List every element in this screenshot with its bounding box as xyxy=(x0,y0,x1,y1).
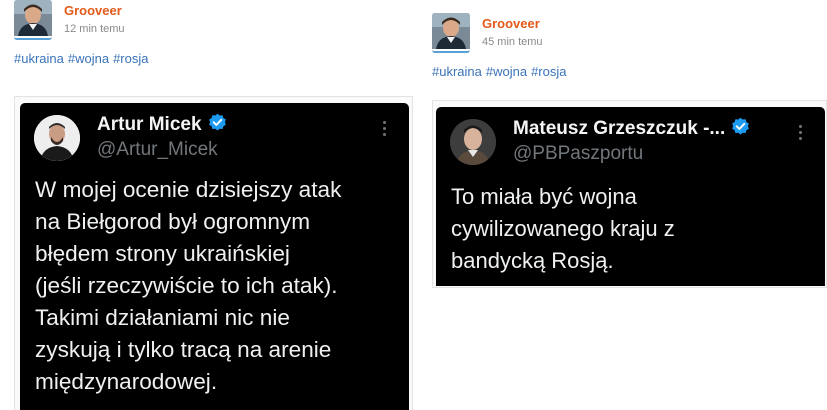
tag-link[interactable]: #rosja xyxy=(531,64,566,79)
tag-link[interactable]: #rosja xyxy=(113,51,148,66)
post-header: Grooveer 45 min temu xyxy=(432,13,827,53)
tag-link[interactable]: #ukraina xyxy=(432,64,482,79)
tweet-text: W mojej ocenie dzisiejszy atak na Biełgo… xyxy=(35,177,342,394)
tweet-author-name: Artur Micek xyxy=(97,114,202,135)
tag-link[interactable]: #wojna xyxy=(486,64,527,79)
post-header: Grooveer 12 min temu xyxy=(14,0,413,40)
user-avatar-icon xyxy=(14,0,52,36)
tweet-author-avatar xyxy=(450,119,496,165)
more-options-icon xyxy=(383,121,387,139)
post-card: Grooveer 45 min temu #ukraina #wojna #rosj… xyxy=(432,0,827,288)
verified-badge-icon xyxy=(731,117,750,141)
tweet-author-handle: @Artur_Micek xyxy=(97,139,218,160)
user-avatar-icon xyxy=(34,115,80,161)
tag-list: #ukraina #wojna #rosja xyxy=(14,51,413,67)
user-avatar-icon xyxy=(432,13,470,49)
author-avatar[interactable] xyxy=(14,0,52,40)
post-timestamp[interactable]: 45 min temu xyxy=(482,36,543,49)
tweet-text: To miała być wojna cywilizowanego kraju … xyxy=(451,184,675,273)
embedded-image-frame[interactable]: Mateusz Grzeszczuk -... @PBPaszportu To … xyxy=(432,100,827,288)
author-avatar[interactable] xyxy=(432,13,470,53)
post-timestamp[interactable]: 12 min temu xyxy=(64,23,125,36)
tweet-author-name: Mateusz Grzeszczuk -... xyxy=(513,118,726,139)
tag-list: #ukraina #wojna #rosja xyxy=(432,64,827,80)
tweet-screenshot: Artur Micek @Artur_Micek W mojej ocenie … xyxy=(20,103,409,410)
user-avatar-icon xyxy=(450,119,496,165)
tweet-author-avatar xyxy=(34,115,80,161)
tweet-author-handle: @PBPaszportu xyxy=(513,143,644,164)
author-name-link[interactable]: Grooveer xyxy=(482,16,543,32)
tag-link[interactable]: #ukraina xyxy=(14,51,64,66)
post-card: Grooveer 12 min temu #ukraina #wojna #rosj… xyxy=(14,0,413,410)
tweet-screenshot: Mateusz Grzeszczuk -... @PBPaszportu To … xyxy=(436,107,825,286)
tag-link[interactable]: #wojna xyxy=(68,51,109,66)
embedded-image-frame[interactable]: Artur Micek @Artur_Micek W mojej ocenie … xyxy=(14,96,413,410)
author-name-link[interactable]: Grooveer xyxy=(64,3,125,19)
more-options-icon xyxy=(799,125,803,143)
verified-badge-icon xyxy=(208,113,227,137)
